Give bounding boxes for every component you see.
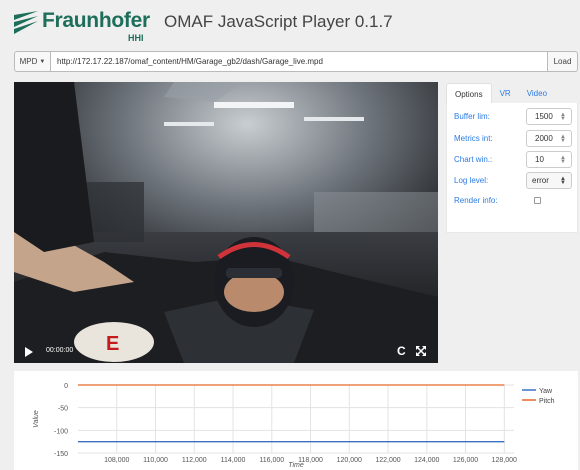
chart-window-value: 10 [535,155,544,164]
metrics-value: 2000 [535,134,553,143]
load-button[interactable]: Load [548,51,578,72]
metrics-input[interactable]: 2000 ▲ ▼ [526,130,572,147]
render-info-label: Render info: [454,196,498,205]
logo-subtitle: HHI [128,33,144,43]
chevron-down-icon: ▼ [39,58,46,65]
buffer-row: Buffer lim: 1500 ▲ ▼ [454,108,572,125]
settings-tabs: Options VR Video [446,83,578,103]
y-tick-label: -100 [54,428,68,435]
fraunhofer-logo-icon [14,11,38,34]
settings-panel: Options VR Video Buffer lim: 1500 ▲ ▼ Met… [446,83,578,233]
log-level-row: Log level: error ▲ ▼ [454,172,572,189]
spinner-icon[interactable]: ▲ ▼ [560,155,566,165]
x-tick-label: 114,000 [221,457,246,464]
metrics-chart: 0 -50 -100 -150 108,000 110,000 112,000 114,000… [14,371,578,470]
metrics-chart-svg: 0 -50 -100 -150 108,000 110,000 112,000 114,000… [33,383,555,469]
y-tick-label: -50 [58,406,68,413]
legend-label: Pitch [539,398,555,405]
tab-vr[interactable]: VR [492,83,519,103]
legend-label: Yaw [539,388,553,395]
x-tick-label: 108,000 [104,457,129,464]
x-tick-label: 110,000 [143,457,168,464]
render-info-row: Render info: [454,192,572,209]
metrics-label: Metrics int: [454,134,493,143]
chart-window-input[interactable]: 10 ▲ ▼ [526,151,572,168]
url-bar: MPD ▼ Load [14,51,578,72]
video-frame: E [14,82,438,363]
reload-icon[interactable]: C [397,344,406,358]
render-info-checkbox[interactable] [534,197,541,204]
chart-window-label: Chart win.: [454,155,493,164]
tab-options[interactable]: Options [446,83,492,103]
x-tick-label: 116,000 [259,457,284,464]
x-tick-label: 112,000 [182,457,207,464]
log-level-select[interactable]: error ▲ ▼ [526,172,572,189]
spinner-icon[interactable]: ▲ ▼ [560,134,566,144]
spinner-icon[interactable]: ▲ ▼ [560,112,566,122]
buffer-value: 1500 [535,112,553,121]
mpd-label: MPD [19,57,38,66]
metrics-row: Metrics int: 2000 ▲ ▼ [454,130,572,147]
buffer-input[interactable]: 1500 ▲ ▼ [526,108,572,125]
tab-video[interactable]: Video [519,83,555,103]
x-tick-label: 122,000 [375,457,400,464]
app-title: OMAF JavaScript Player 0.1.7 [164,12,393,31]
mpd-url-input[interactable] [51,51,548,72]
video-player[interactable]: E 00:00:00 C [14,82,438,363]
buffer-label: Buffer lim: [454,112,490,121]
log-level-label: Log level: [454,176,489,185]
x-tick-label: 126,000 [453,457,478,464]
video-controls: 00:00:00 C [14,341,438,363]
fraunhofer-logo: Fraunhofer HHI [14,9,154,43]
x-tick-label: 124,000 [414,457,439,464]
y-tick-label: 0 [64,383,68,390]
chart-window-row: Chart win.: 10 ▲ ▼ [454,151,572,168]
fullscreen-icon[interactable] [416,346,426,356]
select-arrows-icon: ▲ ▼ [560,176,566,186]
x-tick-label: 120,000 [337,457,362,464]
x-tick-label: 128,000 [492,457,517,464]
mpd-dropdown-button[interactable]: MPD ▼ [14,51,51,72]
y-axis-label: Value [33,410,40,428]
log-level-value: error [532,176,549,185]
options-pane: Buffer lim: 1500 ▲ ▼ Metrics int: 2000 ▲ ▼… [446,103,578,233]
y-tick-label: -150 [54,451,68,458]
video-time: 00:00:00 [46,347,74,354]
play-icon[interactable] [25,347,33,357]
logo-name: Fraunhofer [42,9,150,32]
x-axis-label: Time [288,462,304,469]
